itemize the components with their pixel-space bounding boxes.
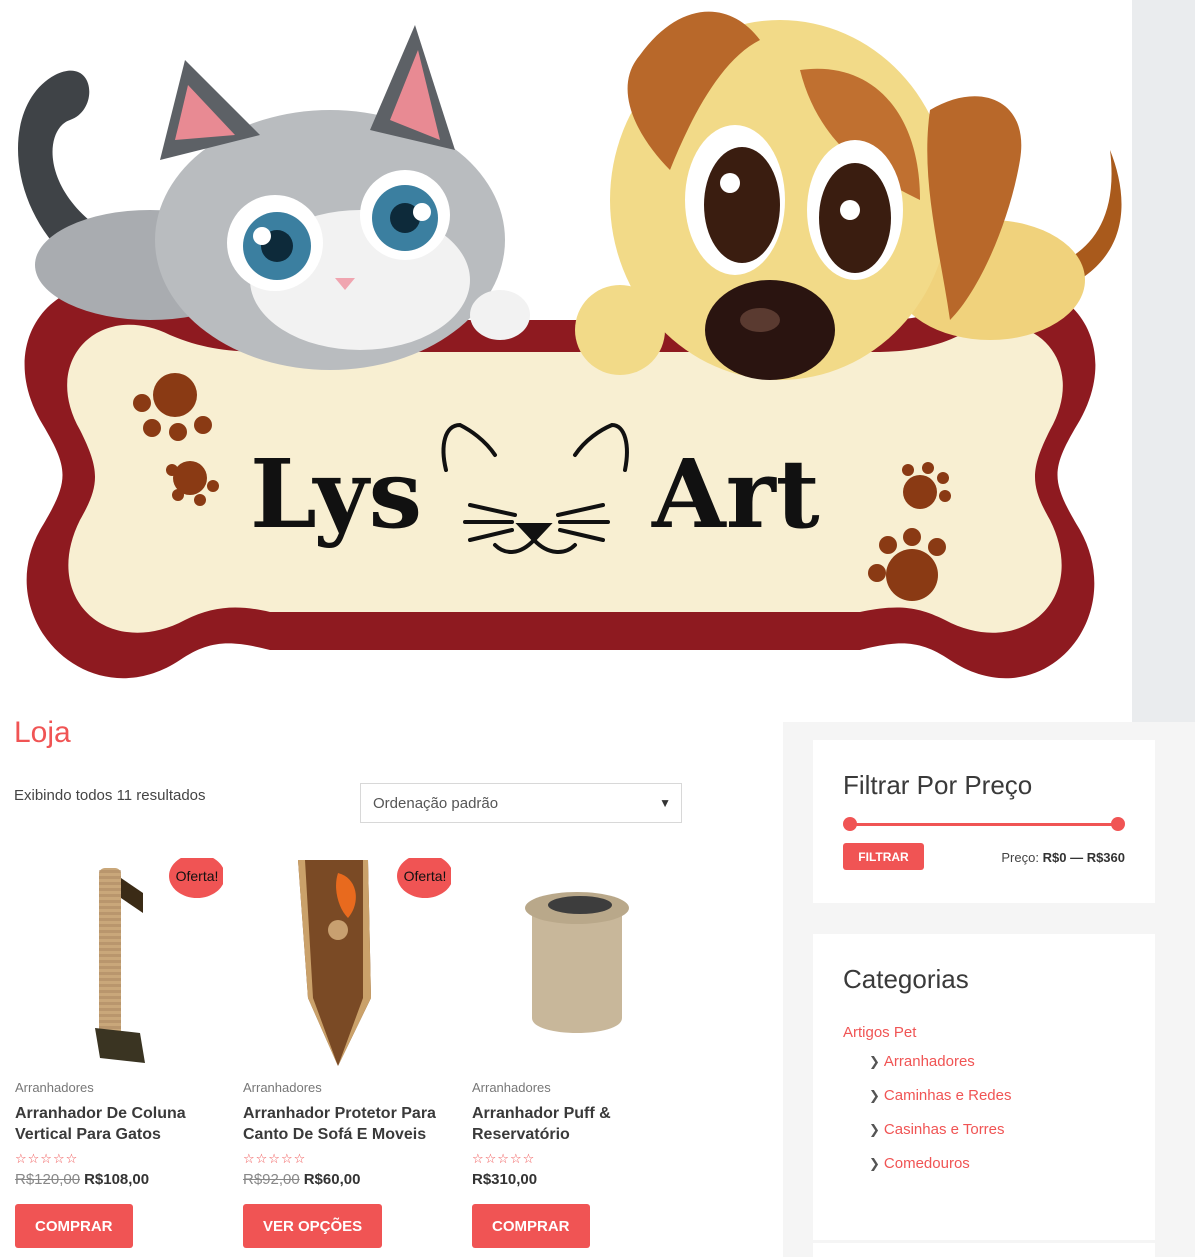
select-options-button[interactable]: VER OPÇÕES xyxy=(243,1204,383,1248)
star-outline-icon: ☆☆☆☆☆ xyxy=(472,1151,536,1166)
next-widget xyxy=(813,1243,1155,1257)
categories-title: Categorias xyxy=(843,964,969,994)
product-category[interactable]: Arranhadores xyxy=(243,1080,322,1095)
price-min: R$0 xyxy=(1042,850,1067,865)
category-parent[interactable]: Artigos Pet ❯ Arranhadores ❯ Caminhas e Re… xyxy=(843,1024,1011,1177)
price: R$310,00 xyxy=(472,1171,538,1188)
chevron-right-icon: ❯ xyxy=(869,1156,880,1171)
product-image[interactable] xyxy=(472,858,680,1069)
price-range-label: Preço: R$0 — R$360 xyxy=(1001,850,1125,865)
price-filter-title: Filtrar Por Preço xyxy=(843,770,1033,800)
product-category[interactable]: Arranhadores xyxy=(15,1080,94,1095)
price-max: R$360 xyxy=(1086,850,1125,865)
product-price: R$310,00 xyxy=(472,1171,537,1188)
price-separator: — xyxy=(1070,850,1084,865)
chevron-down-icon: ▼ xyxy=(659,796,671,810)
category-item[interactable]: ❯ Caminhas e Redes xyxy=(869,1087,1011,1109)
sale-badge: Oferta! xyxy=(169,858,223,898)
product-price: R$120,00 R$108,00 xyxy=(15,1171,149,1188)
product-title[interactable]: Arranhador Puff & Reservatório xyxy=(472,1103,687,1145)
star-outline-icon: ☆☆☆☆☆ xyxy=(15,1151,79,1166)
product-card: Oferta! Arranhadores Arranhador De Colun… xyxy=(15,858,227,1248)
star-outline-icon: ☆☆☆☆☆ xyxy=(243,1151,307,1166)
price-slider-track[interactable] xyxy=(850,823,1118,826)
price-label-prefix: Preço: xyxy=(1001,850,1039,865)
logo-text-art: Art xyxy=(651,439,820,550)
category-link-caminhas[interactable]: Caminhas e Redes xyxy=(884,1087,1012,1104)
price-slider-min-handle[interactable] xyxy=(843,817,857,831)
filter-button[interactable]: FILTRAR xyxy=(843,843,924,870)
site-logo[interactable]: Lys Art xyxy=(0,0,1132,722)
chevron-right-icon: ❯ xyxy=(869,1088,880,1103)
result-count: Exibindo todos 11 resultados xyxy=(14,787,206,804)
old-price: R$92,00 xyxy=(243,1171,300,1188)
sort-selected-value: Ordenação padrão xyxy=(373,794,499,812)
product-price: R$92,00 R$60,00 xyxy=(243,1171,360,1188)
categories-widget: Categorias Artigos Pet ❯ Arranhadores ❯ Ca… xyxy=(813,934,1155,1240)
category-link-casinhas[interactable]: Casinhas e Torres xyxy=(884,1121,1005,1138)
chevron-right-icon: ❯ xyxy=(869,1122,880,1137)
logo-text-lys: Lys xyxy=(250,439,422,550)
page-title: Loja xyxy=(14,716,71,749)
product-image[interactable]: Oferta! xyxy=(243,858,451,1069)
category-link-arranhadores[interactable]: Arranhadores xyxy=(884,1053,975,1070)
category-item[interactable]: ❯ Casinhas e Torres xyxy=(869,1121,1011,1143)
page-edge-strip xyxy=(1132,0,1195,722)
product-category[interactable]: Arranhadores xyxy=(472,1080,551,1095)
price-slider-max-handle[interactable] xyxy=(1111,817,1125,831)
product-image[interactable]: Oferta! xyxy=(15,858,223,1069)
price-filter-widget: Filtrar Por Preço FILTRAR Preço: R$0 — R… xyxy=(813,740,1155,903)
add-to-cart-button[interactable]: COMPRAR xyxy=(472,1204,590,1248)
product-title[interactable]: Arranhador Protetor Para Canto De Sofá E… xyxy=(243,1103,458,1145)
add-to-cart-button[interactable]: COMPRAR xyxy=(15,1204,133,1248)
sort-select[interactable]: Ordenação padrão ▼ xyxy=(360,783,682,823)
product-title[interactable]: Arranhador De Coluna Vertical Para Gatos xyxy=(15,1103,230,1145)
product-card: Arranhadores Arranhador Puff & Reservató… xyxy=(472,858,684,1248)
old-price: R$120,00 xyxy=(15,1171,81,1188)
category-list: Artigos Pet ❯ Arranhadores ❯ Caminhas e Re… xyxy=(843,1024,1011,1177)
category-item[interactable]: ❯ Arranhadores xyxy=(869,1053,1011,1075)
product-card: Oferta! Arranhadores Arranhador Protetor… xyxy=(243,858,455,1248)
category-link-comedouros[interactable]: Comedouros xyxy=(884,1155,970,1172)
sale-price: R$108,00 xyxy=(84,1171,150,1188)
category-link-artigos-pet[interactable]: Artigos Pet xyxy=(843,1024,916,1041)
sale-badge: Oferta! xyxy=(397,858,451,898)
sale-price: R$60,00 xyxy=(303,1171,361,1188)
chevron-right-icon: ❯ xyxy=(869,1054,880,1069)
category-item[interactable]: ❯ Comedouros xyxy=(869,1155,1011,1177)
